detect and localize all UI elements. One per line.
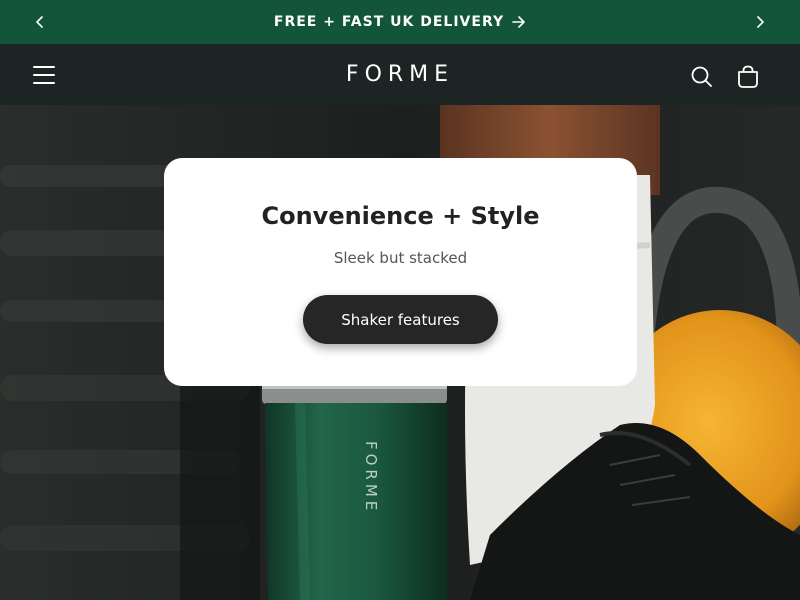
bottle-brand-text: FORME — [362, 441, 380, 515]
hero-title: Convenience + Style — [261, 202, 540, 230]
hero-content-card: Convenience + Style Sleek but stacked Sh… — [164, 158, 637, 386]
arrow-right-icon — [512, 16, 525, 28]
cart-button[interactable] — [735, 64, 761, 90]
chevron-right-icon — [757, 16, 765, 28]
shaker-features-button[interactable]: Shaker features — [303, 295, 498, 344]
site-logo[interactable]: FORME — [0, 62, 800, 87]
search-button[interactable] — [689, 64, 715, 90]
announcement-prev-button[interactable] — [18, 0, 62, 44]
announcement-link[interactable]: FREE + FAST UK DELIVERY — [274, 14, 526, 30]
chevron-left-icon — [35, 16, 43, 28]
search-icon — [691, 66, 712, 87]
announcement-text: FREE + FAST UK DELIVERY — [273, 14, 505, 30]
site-header: FORME — [0, 44, 800, 105]
announcement-bar: FREE + FAST UK DELIVERY — [0, 0, 800, 44]
cart-icon — [738, 65, 758, 88]
hero-subtitle: Sleek but stacked — [333, 249, 468, 267]
announcement-next-button[interactable] — [738, 0, 782, 44]
